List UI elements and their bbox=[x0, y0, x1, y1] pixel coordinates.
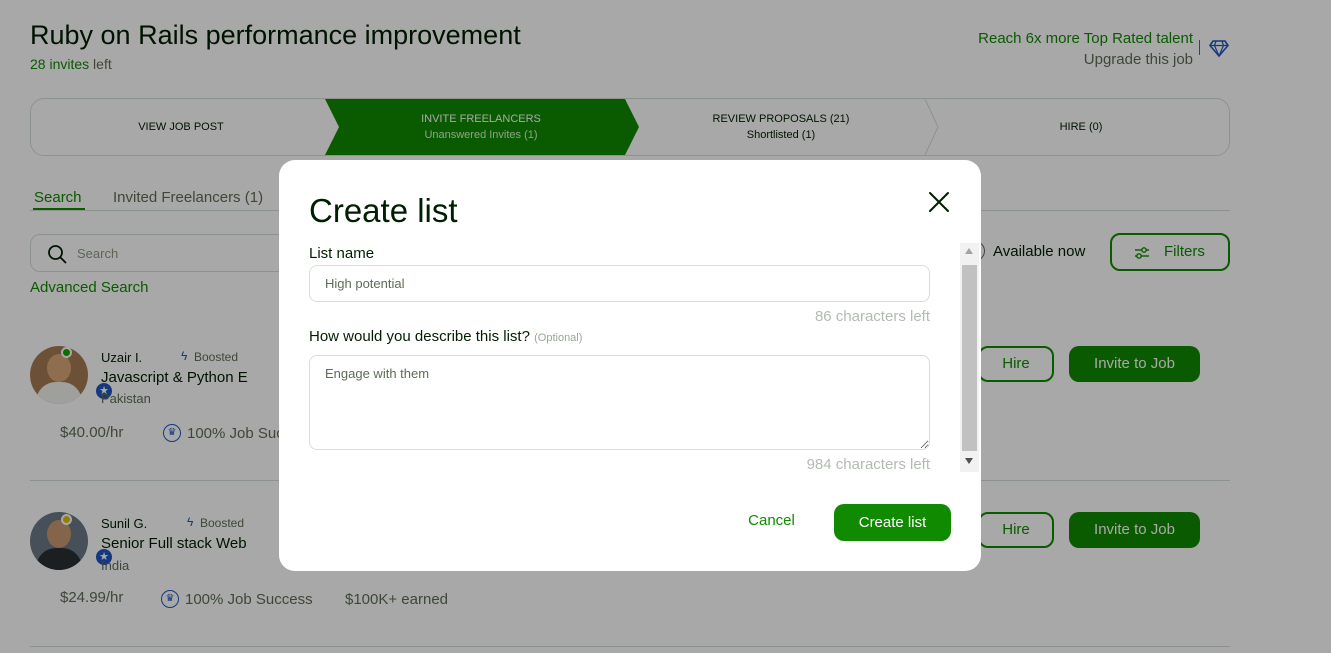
list-name-label: List name bbox=[309, 245, 375, 262]
cancel-button[interactable]: Cancel bbox=[724, 503, 819, 539]
description-char-count: 984 characters left bbox=[806, 456, 930, 473]
modal-scrollbar[interactable] bbox=[960, 243, 979, 472]
create-list-modal: Create list List name 86 characters left… bbox=[279, 160, 981, 571]
scroll-down-arrow-icon[interactable] bbox=[965, 458, 973, 464]
scroll-up-arrow-icon[interactable] bbox=[965, 248, 973, 254]
description-label: How would you describe this list? (Optio… bbox=[309, 328, 582, 345]
modal-title: Create list bbox=[309, 192, 458, 229]
description-textarea[interactable] bbox=[309, 355, 930, 450]
create-list-button[interactable]: Create list bbox=[834, 504, 951, 541]
optional-tag: (Optional) bbox=[534, 332, 583, 344]
close-icon[interactable] bbox=[926, 189, 952, 215]
list-name-char-count: 86 characters left bbox=[814, 308, 930, 325]
scroll-thumb[interactable] bbox=[962, 265, 977, 451]
list-name-input[interactable] bbox=[309, 265, 930, 302]
description-label-text: How would you describe this list? bbox=[309, 328, 530, 345]
